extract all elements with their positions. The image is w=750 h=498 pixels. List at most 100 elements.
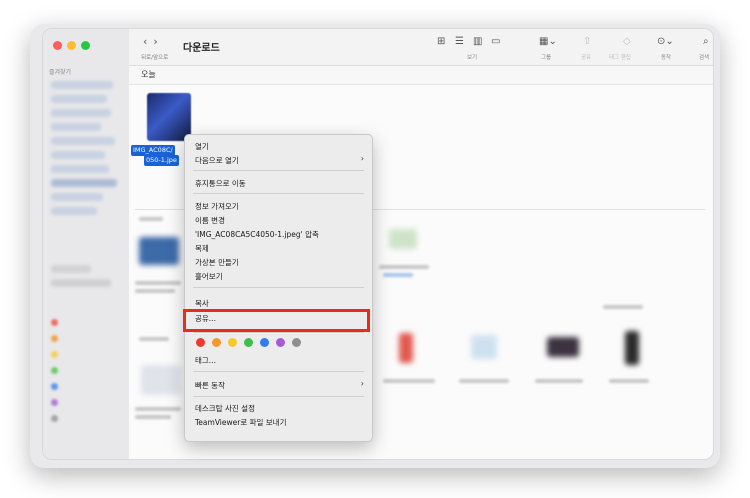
share-icon[interactable]: ⇧ — [583, 36, 591, 47]
search-icon[interactable]: ⌕ — [703, 36, 709, 47]
menu-item-teamviewer[interactable]: TeamViewer로 파일 보내기 — [195, 417, 287, 428]
tag-icon[interactable]: ◇ — [623, 36, 631, 47]
tag-dot-yellow[interactable] — [228, 338, 237, 347]
sidebar-item[interactable] — [51, 207, 97, 215]
window-title: 다운로드 — [183, 43, 220, 54]
blurred-file-icon[interactable] — [625, 331, 639, 365]
blurred-section-label — [139, 337, 169, 341]
nav-buttons[interactable]: ‹› — [143, 35, 164, 48]
blurred-file-name — [135, 415, 171, 419]
menu-separator — [193, 170, 364, 171]
search-label: 검색 — [699, 55, 710, 61]
sidebar-item[interactable] — [51, 179, 117, 187]
group-icon[interactable]: ▦⌄ — [539, 36, 557, 47]
divider — [315, 209, 705, 210]
blurred-file-icon[interactable] — [471, 335, 497, 359]
file-thumbnail[interactable] — [147, 93, 191, 141]
menu-item-rename[interactable]: 이름 변경 — [195, 215, 225, 226]
list-view-icon[interactable]: ☰ — [455, 36, 464, 47]
menu-item-open-with[interactable]: 다음으로 열기 — [195, 155, 239, 166]
menu-item-quick-actions[interactable]: 빠른 동작 — [195, 380, 225, 391]
menu-item-tags[interactable]: 태그... — [195, 355, 216, 366]
blurred-file-icon[interactable] — [547, 337, 579, 357]
menu-item-make-alias[interactable]: 가상본 만들기 — [195, 257, 239, 268]
icon-view-icon[interactable]: ⊞ — [437, 36, 445, 47]
submenu-chevron-icon: › — [360, 379, 364, 388]
sidebar-item[interactable] — [51, 95, 107, 103]
group-label: 그룹 — [541, 55, 552, 61]
tag-orange-icon[interactable] — [51, 335, 58, 342]
minimize-window-button[interactable] — [67, 41, 76, 50]
action-label: 동작 — [661, 55, 672, 61]
menu-item-copy[interactable]: 복사 — [195, 298, 209, 309]
section-label-blurred — [139, 217, 163, 221]
menu-separator — [193, 287, 364, 288]
gallery-view-icon[interactable]: ▭ — [491, 36, 500, 47]
view-label: 보기 — [467, 55, 478, 61]
menu-separator — [193, 332, 364, 333]
blurred-file-name — [609, 379, 649, 383]
tag-gray-icon[interactable] — [51, 415, 58, 422]
menu-item-open[interactable]: 열기 — [195, 141, 209, 152]
tag-dot-blue[interactable] — [260, 338, 269, 347]
tag-green-icon[interactable] — [51, 367, 58, 374]
tag-edit-label: 태그 편집 — [609, 55, 631, 61]
blurred-file-name — [535, 379, 583, 383]
tag-purple-icon[interactable] — [51, 399, 58, 406]
sidebar-item[interactable] — [51, 109, 111, 117]
menu-item-set-desktop-picture[interactable]: 데스크탑 사진 설정 — [195, 403, 255, 414]
nav-label: 뒤로/앞으로 — [141, 55, 169, 61]
toolbar: ‹› 뒤로/앞으로 다운로드 ⊞ ☰ ▥ ▭ 보기 ▦⌄ 그룹 ⇧ 공유 ◇ 태… — [129, 29, 713, 66]
sidebar-item[interactable] — [51, 137, 115, 145]
blurred-file-icon[interactable] — [139, 237, 179, 265]
submenu-chevron-icon: › — [360, 154, 364, 163]
blurred-file-name — [135, 289, 175, 293]
menu-separator — [193, 193, 364, 194]
sidebar-item[interactable] — [51, 123, 101, 131]
blurred-label — [603, 305, 643, 309]
tag-red-icon[interactable] — [51, 319, 58, 326]
menu-item-get-info[interactable]: 정보 가져오기 — [195, 201, 239, 212]
action-icon[interactable]: ⊙⌄ — [657, 36, 674, 47]
blurred-file-name — [135, 281, 181, 285]
screenshot-frame: 즐겨찾기 ‹› 뒤로/앞으로 다운로드 ⊞ ☰ ▥ ▭ 보기 ▦⌄ 그룹 ⇧ 공… — [30, 24, 720, 468]
back-button[interactable]: ‹ — [143, 35, 153, 48]
menu-item-duplicate[interactable]: 복제 — [195, 243, 209, 254]
section-today-label: 오늘 — [141, 70, 156, 79]
context-menu: 열기 다음으로 열기 › 휴지통으로 이동 정보 가져오기 이름 변경 'IMG… — [184, 134, 373, 442]
file-name-line2[interactable]: 050-1.jpe — [144, 155, 179, 166]
blurred-file-name — [459, 379, 509, 383]
tag-dot-gray[interactable] — [292, 338, 301, 347]
favorites-label: 즐겨찾기 — [49, 69, 72, 76]
column-view-icon[interactable]: ▥ — [473, 36, 482, 47]
tag-dot-purple[interactable] — [276, 338, 285, 347]
tag-yellow-icon[interactable] — [51, 351, 58, 358]
tag-blue-icon[interactable] — [51, 383, 58, 390]
blurred-file-icon[interactable] — [389, 229, 417, 249]
sidebar-item[interactable] — [51, 81, 113, 89]
blurred-file-icon[interactable] — [399, 333, 413, 363]
blurred-file-name — [135, 407, 181, 411]
close-window-button[interactable] — [53, 41, 62, 50]
menu-item-quick-look[interactable]: 훑어보기 — [195, 271, 223, 282]
menu-item-compress[interactable]: 'IMG_AC08CA5C4050-1.jpeg' 압축 — [195, 229, 319, 240]
sidebar-item[interactable] — [51, 165, 109, 173]
menu-item-trash[interactable]: 휴지통으로 이동 — [195, 178, 246, 189]
sidebar: 즐겨찾기 — [43, 29, 130, 459]
blurred-file-icon[interactable] — [141, 365, 181, 395]
highlight-box — [183, 309, 370, 332]
section-header: 오늘 — [129, 66, 713, 85]
tag-dot-green[interactable] — [244, 338, 253, 347]
zoom-window-button[interactable] — [81, 41, 90, 50]
share-label: 공유 — [581, 55, 592, 61]
tag-dot-red[interactable] — [196, 338, 205, 347]
forward-button[interactable]: › — [153, 35, 163, 48]
sidebar-item[interactable] — [51, 265, 91, 273]
sidebar-item[interactable] — [51, 151, 105, 159]
menu-separator — [193, 371, 364, 372]
sidebar-item[interactable] — [51, 193, 103, 201]
blurred-file-name — [383, 379, 435, 383]
sidebar-item[interactable] — [51, 279, 111, 287]
tag-dot-orange[interactable] — [212, 338, 221, 347]
blurred-file-name — [383, 273, 413, 277]
